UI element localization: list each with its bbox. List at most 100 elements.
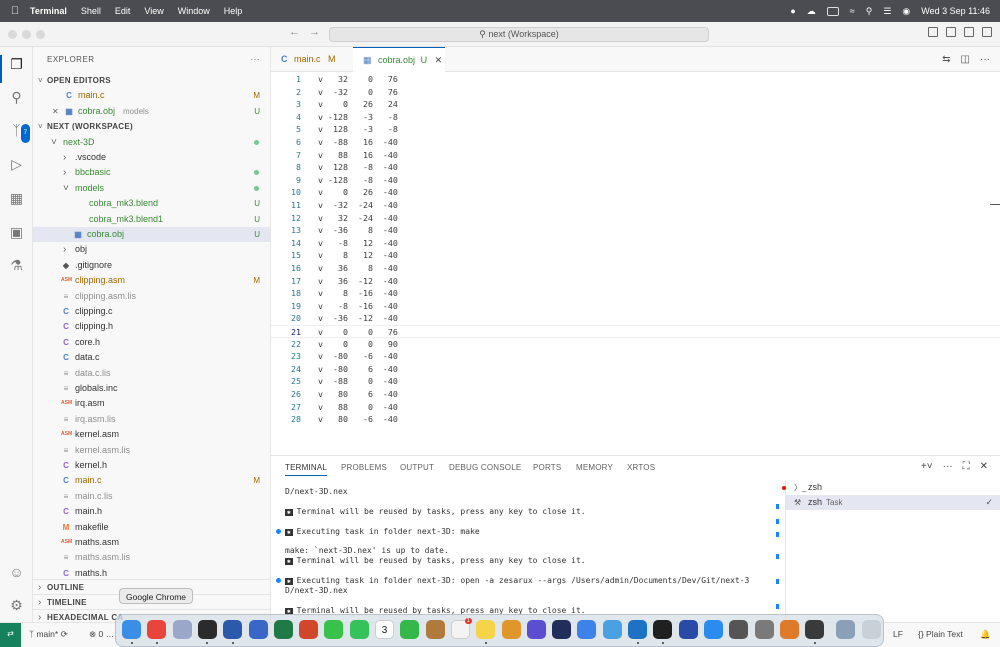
open-editor-item[interactable]: ✕ ▦ cobra.obj models U [33,104,270,119]
toggle-panel-icon[interactable] [964,27,974,37]
terminal-icon[interactable] [197,620,217,639]
tree-item[interactable]: › bbcbasic [33,165,270,180]
zoom-window-button[interactable] [36,30,45,39]
back-arrow-icon[interactable]: ← [289,26,300,38]
close-tab-icon[interactable]: ✕ [435,55,443,65]
tree-item[interactable]: ASM clipping.asm M [33,273,270,288]
menu-view[interactable]: View [144,6,163,16]
excel-icon[interactable] [273,620,293,639]
apple-menu-icon[interactable]:  [0,5,30,17]
open-editors-section[interactable]: ˅ OPEN EDITORS [33,73,270,88]
terminal-output[interactable]: D/next-3D.nex ✱ Terminal will be reused by… [271,484,777,623]
command-decoration-dot[interactable] [276,528,281,534]
terminal-list-item[interactable]: ⚒ zsh Task ✓ [786,495,1000,510]
account-icon[interactable]: ☺ [8,564,25,581]
tree-item[interactable]: ˅ models [33,181,270,196]
tab-memory[interactable]: MEMORY [576,463,613,472]
split-editor-icon[interactable]: ◫ [961,54,970,65]
tree-item[interactable]: cobra_mk3.blend1 U [33,212,270,227]
toggle-secondary-sidebar-icon[interactable] [982,27,992,37]
run-debug-icon[interactable]: ▷ [8,156,25,173]
battery-icon[interactable] [826,6,839,16]
tree-item[interactable]: Mmakefile [33,520,270,535]
code-line[interactable]: 5 v 128 -3 -8 [271,123,1000,136]
system-settings-icon[interactable] [754,620,774,639]
kicad-icon[interactable] [678,620,698,639]
tree-item[interactable]: Ckernel.h [33,458,270,473]
siri-icon[interactable]: ◉ [902,6,910,17]
extensions-icon[interactable]: ▦ [8,190,25,207]
tree-item[interactable]: Cclipping.c [33,304,270,319]
files-icon[interactable]: ❐ [8,56,25,73]
tab-problems[interactable]: PROBLEMS [341,463,387,472]
tree-item[interactable]: Cclipping.h [33,319,270,334]
notes-icon[interactable] [476,620,496,639]
branch-status[interactable]: ᛉ main* ⟳ [29,629,68,640]
control-center-icon[interactable]: ☰ [883,6,891,17]
finder-icon[interactable] [122,620,141,639]
tree-item[interactable]: ≡ clipping.asm.lis [33,289,270,304]
tree-item[interactable]: ASM irq.asm [33,396,270,411]
command-center-search[interactable]: ⚲ next (Workspace) [329,27,709,42]
status-icon[interactable]: ● [790,6,795,16]
reminders-icon[interactable]: 1 [450,618,472,639]
open-editor-item[interactable]: Cmain.c M [33,88,270,103]
tree-item[interactable]: Cdata.c [33,350,270,365]
code-line[interactable]: 7 v 88 16 -40 [271,149,1000,162]
pencil-icon[interactable] [779,620,799,639]
source-control-icon[interactable]: ᛉ7 [8,122,30,143]
safari-icon[interactable] [577,620,597,639]
wifi-icon[interactable]: ≈ [850,6,855,16]
freeform-icon[interactable] [602,620,622,639]
launchpad-icon[interactable] [172,620,192,639]
archive-icon[interactable] [425,620,445,639]
tab-xrtos[interactable]: XRTOS [627,463,655,472]
code-line[interactable]: 12 v 32 -24 -40 [271,212,1000,225]
remote-indicator-icon[interactable]: ⇄ [0,623,21,647]
blender-icon[interactable] [805,620,825,639]
command-decoration-dot[interactable] [276,578,281,584]
code-line[interactable]: 25 v -88 0 -40 [271,375,1000,388]
tab-output[interactable]: OUTPUT [400,463,434,472]
tree-item[interactable]: ▦ cobra.obj U [33,227,270,242]
tree-item[interactable]: Ccore.h [33,335,270,350]
notifications-icon[interactable]: 🔔 [980,629,991,640]
code-line[interactable]: 1 v 32 0 76 [271,73,1000,86]
terminal-list-item[interactable]: 〉_ zsh [782,480,1000,495]
testing-icon[interactable]: ⚗ [8,257,25,274]
imovie-icon[interactable] [526,620,546,639]
calendar-icon[interactable]: 3 [375,620,394,639]
code-line[interactable]: 26 v 80 6 -40 [271,388,1000,401]
trash-icon[interactable] [861,620,881,639]
menu-edit[interactable]: Edit [115,6,131,16]
code-line[interactable]: 24 v -80 6 -40 [271,363,1000,376]
code-line[interactable]: 13 v -36 8 -40 [271,224,1000,237]
workspace-section[interactable]: ˅ NEXT (WORKSPACE) [33,119,270,134]
tab-terminal[interactable]: TERMINAL [285,463,328,476]
code-line[interactable]: 10 v 0 26 -40 [271,186,1000,199]
more-actions-icon[interactable]: ··· [980,54,990,65]
menu-window[interactable]: Window [178,6,210,16]
google-chrome-icon[interactable] [147,620,167,639]
tree-item[interactable]: ≡ main.c.lis [33,489,270,504]
vscode-icon[interactable] [628,620,647,639]
open-changes-icon[interactable]: ⇆ [942,54,950,65]
forward-arrow-icon[interactable]: → [309,26,320,38]
security-icon[interactable] [248,620,268,639]
menu-shell[interactable]: Shell [81,6,101,16]
customize-layout-icon[interactable] [928,27,938,37]
minimize-window-button[interactable] [22,30,31,39]
code-line[interactable]: 15 v 8 12 -40 [271,249,1000,262]
settings-gear-icon[interactable]: ⚙ [8,597,25,614]
word-icon[interactable] [223,620,243,639]
tree-item[interactable]: ≡ maths.asm.lis [33,550,270,565]
tree-item[interactable]: Cmain.c M [33,473,270,488]
tree-item[interactable]: ≡ irq.asm.lis [33,412,270,427]
more-actions-icon[interactable]: ··· [943,461,953,472]
spotlight-search-icon[interactable]: ⚲ [866,6,873,17]
code-line[interactable]: 4 v -128 -3 -8 [271,111,1000,124]
code-line[interactable]: 9 v -128 -8 -40 [271,174,1000,187]
code-line[interactable]: 21 v 0 0 76 [271,325,1000,338]
code-line[interactable]: 27 v 88 0 -40 [271,401,1000,414]
more-actions-icon[interactable]: ··· [251,47,261,73]
